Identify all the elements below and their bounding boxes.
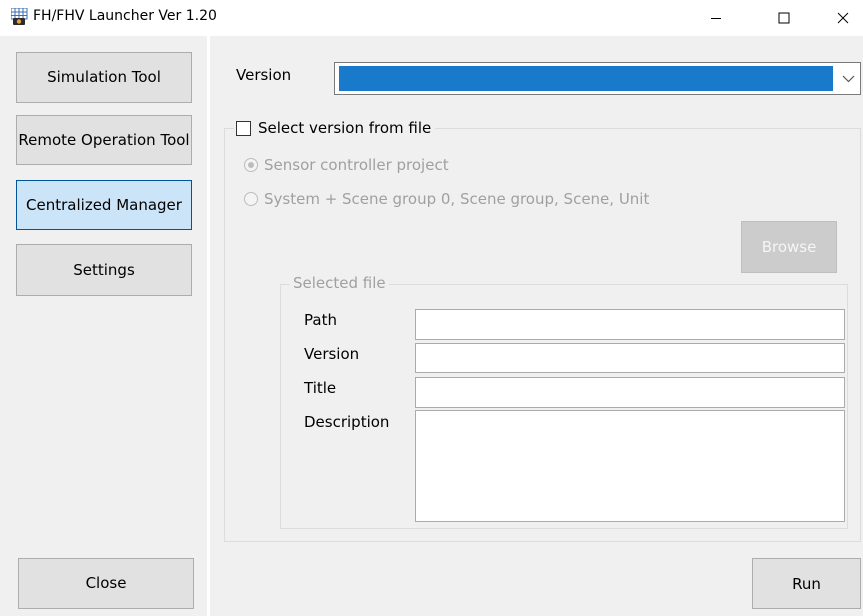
path-label: Path: [304, 311, 337, 329]
description-field[interactable]: [415, 410, 845, 522]
main-panel: Version Select version from file Sensor …: [210, 36, 863, 616]
chevron-down-icon: [842, 75, 855, 83]
select-version-label: Select version from file: [258, 119, 432, 137]
file-version-field[interactable]: [415, 343, 845, 373]
nav-panel: Simulation Tool Remote Operation Tool Ce…: [0, 36, 207, 616]
browse-button[interactable]: Browse: [741, 221, 837, 273]
radio-sensor-controller-project[interactable]: Sensor controller project: [244, 156, 449, 174]
radio-button[interactable]: [244, 192, 258, 206]
minimize-icon: [711, 18, 721, 19]
version-selected-value: [339, 66, 833, 91]
launcher-icon: [10, 7, 29, 26]
close-button[interactable]: Close: [18, 558, 194, 609]
radio-label: Sensor controller project: [264, 156, 449, 174]
close-icon: [837, 12, 849, 24]
simulation-tool-button[interactable]: Simulation Tool: [16, 52, 192, 103]
select-version-checkbox[interactable]: [236, 120, 251, 136]
window-title: FH/FHV Launcher Ver 1.20: [33, 8, 217, 24]
title-field[interactable]: [415, 377, 845, 408]
radio-system-scene-group[interactable]: System + Scene group 0, Scene group, Sce…: [244, 190, 649, 208]
version-dropdown[interactable]: [334, 62, 861, 95]
radio-label: System + Scene group 0, Scene group, Sce…: [264, 190, 650, 208]
close-window-button[interactable]: [823, 0, 863, 36]
run-button[interactable]: Run: [752, 558, 861, 609]
description-label: Description: [304, 413, 390, 431]
file-version-label: Version: [304, 345, 360, 363]
selected-file-group-label: Selected file: [290, 274, 389, 292]
radio-button[interactable]: [244, 158, 258, 172]
centralized-manager-button[interactable]: Centralized Manager: [16, 180, 192, 230]
maximize-icon: [778, 12, 790, 24]
minimize-button[interactable]: [696, 0, 736, 36]
select-version-from-file-checkbox-row[interactable]: Select version from file: [234, 116, 436, 140]
settings-button[interactable]: Settings: [16, 244, 192, 296]
title-bar: FH/FHV Launcher Ver 1.20: [0, 0, 863, 36]
remote-operation-tool-button[interactable]: Remote Operation Tool: [16, 115, 192, 165]
version-label: Version: [236, 66, 292, 84]
maximize-button[interactable]: [764, 0, 804, 36]
path-field[interactable]: [415, 309, 845, 340]
title-label: Title: [304, 379, 337, 397]
